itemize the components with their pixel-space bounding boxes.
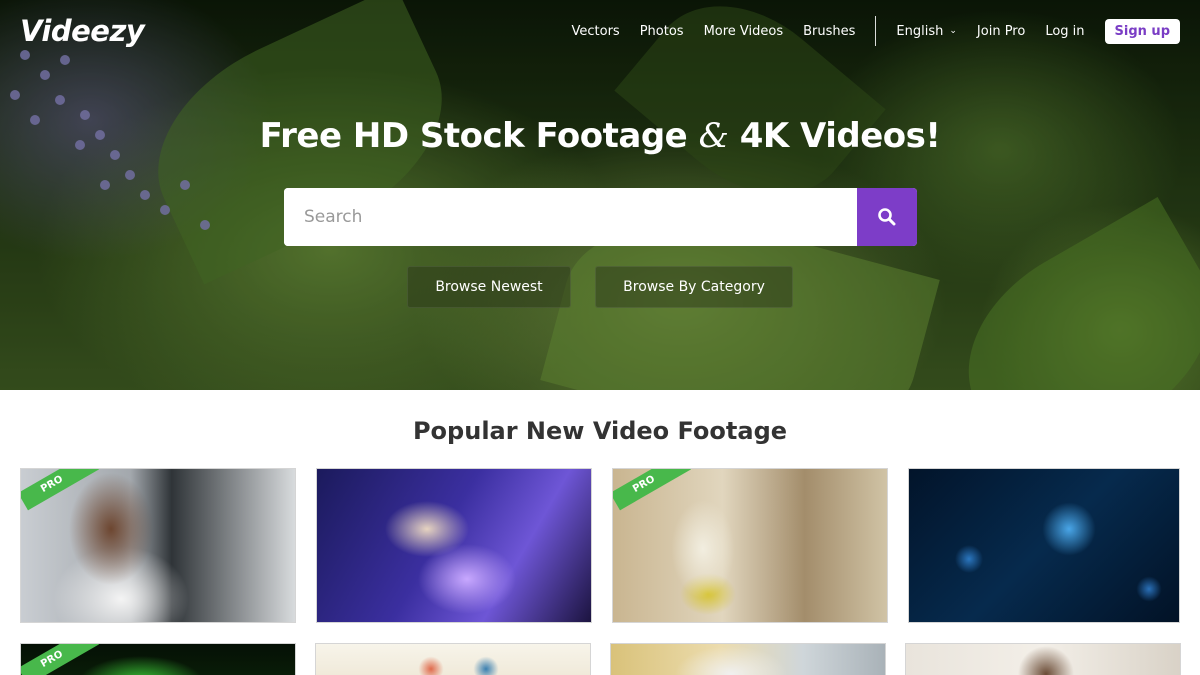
video-thumbnail[interactable]: PRO [612,468,888,623]
video-thumbnail[interactable]: PRO [20,643,296,675]
language-selector[interactable]: English ⌄ [886,24,967,39]
sign-up-button[interactable]: Sign up [1104,18,1180,44]
video-thumbnail[interactable] [315,643,591,675]
search-button[interactable] [857,188,917,246]
browse-by-category-button[interactable]: Browse By Category [595,266,793,308]
search-input[interactable] [284,188,857,246]
pro-badge: PRO [21,469,100,511]
top-nav: Vectors Photos More Videos Brushes Engli… [562,16,1180,46]
hero-title-start: Free HD Stock Footage [259,116,699,156]
hero-title-ampersand: & [698,116,729,156]
videezy-logo[interactable]: Videezy [20,14,145,48]
hero-title-end: 4K Videos! [728,116,941,156]
pro-badge: PRO [613,469,692,511]
nav-log-in[interactable]: Log in [1035,24,1094,39]
nav-join-pro[interactable]: Join Pro [967,24,1035,39]
language-label: English [896,23,944,39]
nav-brushes[interactable]: Brushes [793,24,865,39]
chevron-down-icon: ⌄ [949,26,957,36]
search-icon [878,208,896,226]
hero-title: Free HD Stock Footage & 4K Videos! [0,116,1200,156]
video-thumbnail[interactable] [905,643,1181,675]
video-thumbnail[interactable]: PRO [20,468,296,623]
nav-divider [875,16,877,46]
search-bar [284,188,917,246]
pro-badge: PRO [21,644,100,675]
nav-more-videos[interactable]: More Videos [694,24,794,39]
video-thumbnail[interactable] [316,468,592,623]
video-thumbnail[interactable] [908,468,1180,623]
hero-banner: Videezy Vectors Photos More Videos Brush… [0,0,1200,390]
video-thumbnail[interactable] [610,643,886,675]
nav-photos[interactable]: Photos [630,24,694,39]
nav-vectors[interactable]: Vectors [562,24,630,39]
browse-newest-button[interactable]: Browse Newest [407,266,571,308]
section-title: Popular New Video Footage [412,417,788,445]
